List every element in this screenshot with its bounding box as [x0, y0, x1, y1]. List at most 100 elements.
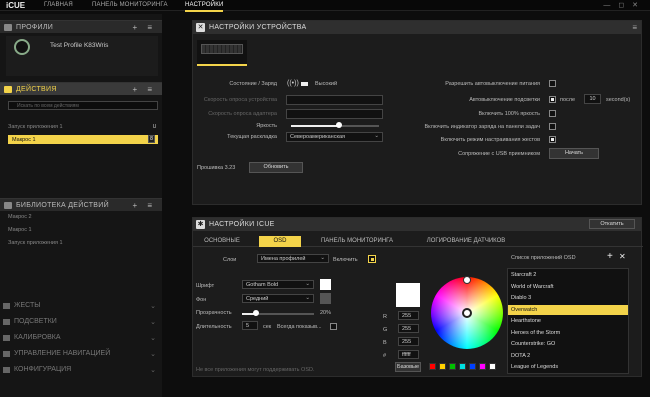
close-icon[interactable]: ✕: [619, 252, 626, 261]
hex-input[interactable]: ffffff: [398, 350, 419, 359]
layers-select[interactable]: Имена профилей ⌄: [257, 254, 329, 263]
color-swatch[interactable]: [459, 363, 466, 370]
color-wheel-picker[interactable]: [462, 308, 472, 318]
profile-card[interactable]: Test Profile K83Wris: [6, 36, 158, 76]
tab-osd[interactable]: OSD: [259, 236, 301, 247]
library-icon: [4, 202, 12, 209]
app-list-item[interactable]: World of Warcraft: [508, 282, 628, 292]
charge-indicator-label: Включить индикатор заряда на панели зада…: [424, 124, 541, 130]
r-label: R: [383, 314, 387, 320]
app-list-item[interactable]: DOTA 2: [508, 351, 628, 361]
bg-select[interactable]: Средний ⌄: [242, 294, 314, 303]
app-list-item[interactable]: Heroes of the Storm: [508, 328, 628, 338]
font-color-swatch[interactable]: [320, 279, 331, 290]
actions-controls[interactable]: + ≡: [132, 85, 156, 94]
library-item[interactable]: Запуск приложения 1: [8, 240, 63, 246]
brightness-slider-fill: [291, 125, 340, 127]
color-wheel[interactable]: [431, 277, 503, 349]
add-app-icon[interactable]: +: [607, 251, 613, 262]
chevron-down-icon: ⌄: [305, 281, 310, 287]
color-swatch[interactable]: [469, 363, 476, 370]
color-swatch[interactable]: [449, 363, 456, 370]
lighting-header[interactable]: ПОДСВЕТКИ ⌄: [0, 316, 162, 328]
app-list-item[interactable]: Diablo 3: [508, 293, 628, 303]
gesture-mode-label: Включить режим настраивания жестов: [440, 137, 540, 143]
nav-monitoring[interactable]: ПАНЕЛЬ МОНИТОРИНГА: [92, 2, 168, 8]
configuration-title: КОНФИГУРАЦИЯ: [14, 366, 72, 373]
charge-indicator-checkbox[interactable]: [549, 123, 556, 130]
brightness-slider-knob[interactable]: [336, 122, 343, 128]
color-swatch[interactable]: [439, 363, 446, 370]
status-label: Состояние / Заряд: [229, 81, 277, 87]
app-list-item[interactable]: Starcraft 2: [508, 270, 628, 280]
poll-device-input[interactable]: [286, 95, 383, 105]
g-input[interactable]: 255: [398, 324, 419, 333]
color-preview: [396, 283, 420, 307]
start-pair-button[interactable]: Начать: [549, 148, 599, 159]
nav-settings[interactable]: НАСТРОЙКИ: [185, 2, 224, 12]
calibration-header[interactable]: КАЛИБРОВКА ⌄: [0, 332, 162, 344]
window-controls[interactable]: —◻✕: [603, 1, 646, 9]
profiles-header[interactable]: ПРОФИЛИ + ≡: [0, 20, 162, 33]
gestures-icon: [3, 303, 10, 309]
bg-color-swatch[interactable]: [320, 293, 331, 304]
tab-sensor-logging[interactable]: ЛОГИРОВАНИЕ ДАТЧИКОВ: [415, 236, 517, 247]
g-label: G: [383, 327, 388, 333]
actions-search[interactable]: Искать по всем действиям: [8, 101, 158, 110]
library-item[interactable]: Макрос 1: [8, 227, 32, 233]
auto-light-checkbox[interactable]: [549, 96, 556, 103]
status-value: Высокий: [315, 81, 338, 87]
rollback-button[interactable]: Откатить: [589, 219, 635, 229]
tab-monitoring[interactable]: ПАНЕЛЬ МОНИТОРИНГА: [311, 236, 403, 247]
profiles-controls[interactable]: + ≡: [132, 23, 156, 32]
expand-icon: ⌄: [150, 303, 156, 310]
layout-select[interactable]: Североамериканская ⌄: [286, 132, 383, 142]
always-show-checkbox[interactable]: [330, 323, 337, 330]
r-input[interactable]: 255: [398, 311, 419, 320]
wrench-icon: ✕: [196, 23, 205, 32]
hue-handle[interactable]: [463, 276, 471, 284]
auto-power-checkbox[interactable]: [549, 80, 556, 87]
app-list-item[interactable]: Hearthstone: [508, 316, 628, 326]
library-item[interactable]: Макрос 2: [8, 214, 32, 220]
base-colors-button[interactable]: Базовые: [395, 362, 421, 372]
app-list-item[interactable]: Overwatch: [508, 304, 628, 315]
duration-unit: сек: [263, 324, 272, 330]
enable-checkbox[interactable]: [368, 255, 376, 263]
actions-header[interactable]: ДЕЙСТВИЯ + ≡: [0, 82, 162, 95]
transparency-slider[interactable]: [242, 310, 314, 316]
brightness-slider[interactable]: [291, 122, 379, 128]
poll-adapter-input[interactable]: [286, 109, 383, 119]
full-brightness-checkbox[interactable]: [549, 110, 556, 117]
duration-input[interactable]: 5: [242, 321, 258, 330]
menu-icon[interactable]: ≡: [632, 23, 637, 32]
apps-list[interactable]: Starcraft 2 World of Warcraft Diablo 3 Over…: [507, 268, 629, 374]
profiles-icon: [4, 24, 12, 31]
color-swatch[interactable]: [489, 363, 496, 370]
configuration-header[interactable]: КОНФИГУРАЦИЯ ⌄: [0, 364, 162, 376]
app-list-item[interactable]: League of Legends: [508, 362, 628, 372]
transparency-slider-knob[interactable]: [253, 310, 260, 316]
gestures-header[interactable]: ЖЕСТЫ ⌄: [0, 300, 162, 312]
library-controls[interactable]: + ≡: [132, 201, 156, 210]
app-list-item[interactable]: Counterstrike: GO: [508, 339, 628, 349]
device-thumbnail[interactable]: [197, 40, 247, 66]
color-swatch[interactable]: [479, 363, 486, 370]
battery-icon: [301, 82, 308, 86]
action-item[interactable]: Запуск приложения 1 U: [8, 124, 158, 130]
navigation-header[interactable]: УПРАВЛЕНИЕ НАВИГАЦИЕЙ ⌄: [0, 348, 162, 360]
update-button[interactable]: Обновить: [249, 162, 303, 173]
device-settings-panel: ✕ НАСТРОЙКИ УСТРОЙСТВА ≡ Состояние / Зар…: [192, 20, 642, 205]
enable-check-mark: [371, 258, 374, 261]
apps-title: Список приложений OSD: [511, 255, 576, 261]
b-input[interactable]: 255: [398, 337, 419, 346]
font-select[interactable]: Gotham Bold ⌄: [242, 280, 314, 289]
color-swatch[interactable]: [429, 363, 436, 370]
nav-home[interactable]: ГЛАВНАЯ: [44, 2, 73, 8]
auto-light-label: Автовыключение подсветки: [469, 97, 540, 103]
action-item-selected[interactable]: Макрос 1 8: [8, 135, 158, 144]
library-header[interactable]: БИБЛИОТЕКА ДЕЙСТВИЙ + ≡: [0, 198, 162, 211]
gesture-mode-checkbox[interactable]: [549, 136, 556, 143]
seconds-input[interactable]: 10: [584, 94, 601, 104]
tab-general[interactable]: ОСНОВНЫЕ: [193, 236, 251, 247]
